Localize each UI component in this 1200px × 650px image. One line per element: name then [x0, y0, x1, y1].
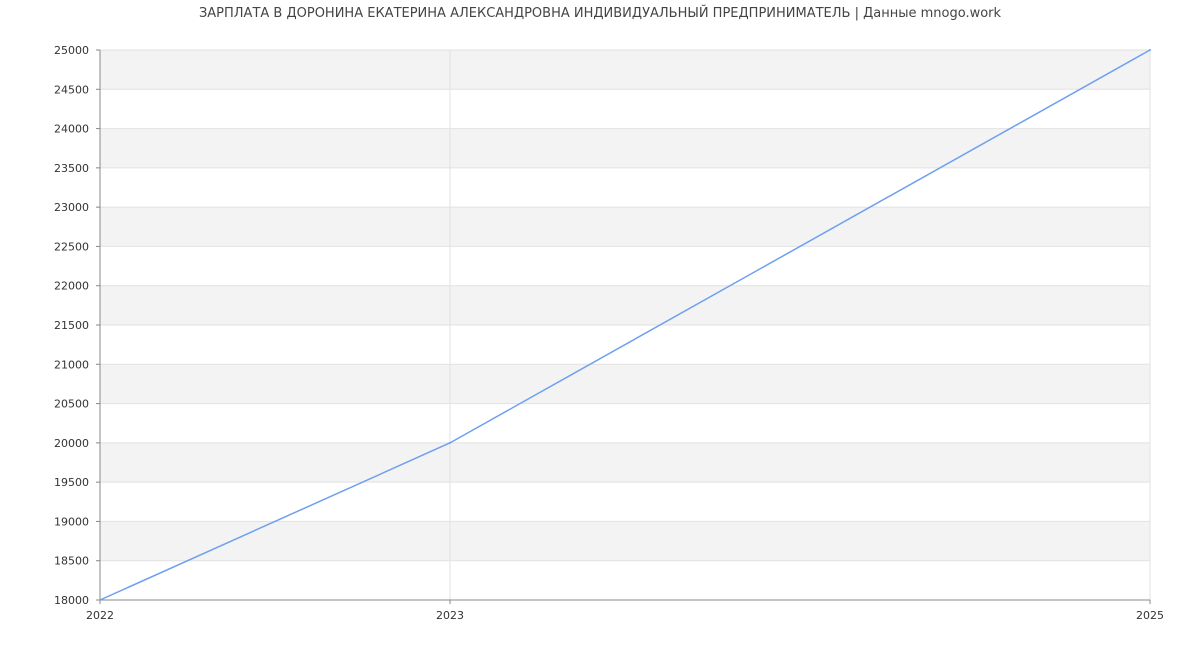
plot-band — [100, 128, 1150, 168]
plot-band — [100, 285, 1150, 325]
y-tick-label: 20500 — [54, 398, 89, 411]
y-tick-label: 18500 — [54, 555, 89, 568]
data-point — [449, 441, 451, 444]
data-point — [99, 599, 101, 601]
y-tick-label: 18000 — [54, 594, 89, 607]
line-chart: 18000 18500 19000 19500 20000 20500 21000 21500… — [54, 44, 1164, 622]
y-tick-label: 22500 — [54, 240, 89, 253]
y-tick-label: 22000 — [54, 280, 89, 293]
y-tick-label: 19000 — [54, 515, 89, 528]
x-tick-label: 2025 — [1136, 609, 1164, 622]
y-tick-label: 25000 — [54, 44, 89, 57]
y-tick-label: 24000 — [54, 123, 89, 136]
plot-band — [100, 442, 1150, 483]
plot-band — [100, 364, 1150, 404]
x-tick-label: 2022 — [86, 609, 114, 622]
plot-band — [100, 521, 1150, 561]
y-tick-label: 21500 — [54, 319, 89, 332]
x-tick-label: 2023 — [436, 609, 464, 622]
chart-container: ЗАРПЛАТА В ДОРОНИНА ЕКАТЕРИНА АЛЕКСАНДРО… — [0, 0, 1200, 650]
y-tick-label: 20000 — [54, 437, 89, 450]
y-tick-label: 23000 — [54, 201, 89, 214]
data-point — [1149, 49, 1151, 51]
x-tick-labels: 2022 2023 2025 — [86, 609, 1164, 622]
y-tick-label: 24500 — [54, 83, 89, 96]
y-tick-label: 21000 — [54, 358, 89, 371]
plot-band — [100, 207, 1150, 247]
plot-bands — [100, 50, 1150, 561]
y-tick-label: 23500 — [54, 162, 89, 175]
y-tick-labels: 18000 18500 19000 19500 20000 20500 21000 21500… — [54, 44, 89, 607]
plot-band — [100, 50, 1150, 90]
y-tick-label: 19500 — [54, 476, 89, 489]
